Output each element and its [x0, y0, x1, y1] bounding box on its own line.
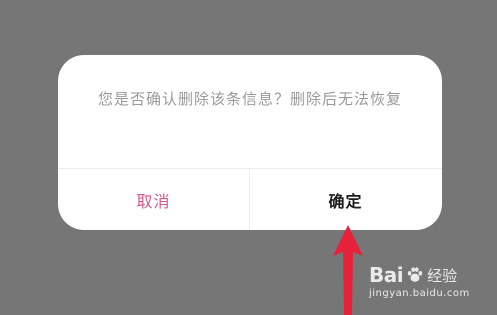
delete-confirm-dialog: 您是否确认删除该条信息？删除后无法恢复 取消 确定: [58, 55, 442, 230]
cancel-button[interactable]: 取消: [58, 169, 249, 230]
arrow-up-icon: [333, 225, 363, 315]
baidu-jingyan-watermark: Bai 经验 jingyan.baidu.com: [369, 263, 479, 303]
watermark-word: 经验: [427, 266, 458, 285]
watermark-brand: Bai: [369, 263, 404, 287]
paw-icon: [407, 267, 423, 282]
dialog-message: 您是否确认删除该条信息？删除后无法恢复: [97, 90, 402, 108]
confirm-button[interactable]: 确定: [250, 169, 441, 230]
watermark-url: jingyan.baidu.com: [369, 288, 470, 299]
